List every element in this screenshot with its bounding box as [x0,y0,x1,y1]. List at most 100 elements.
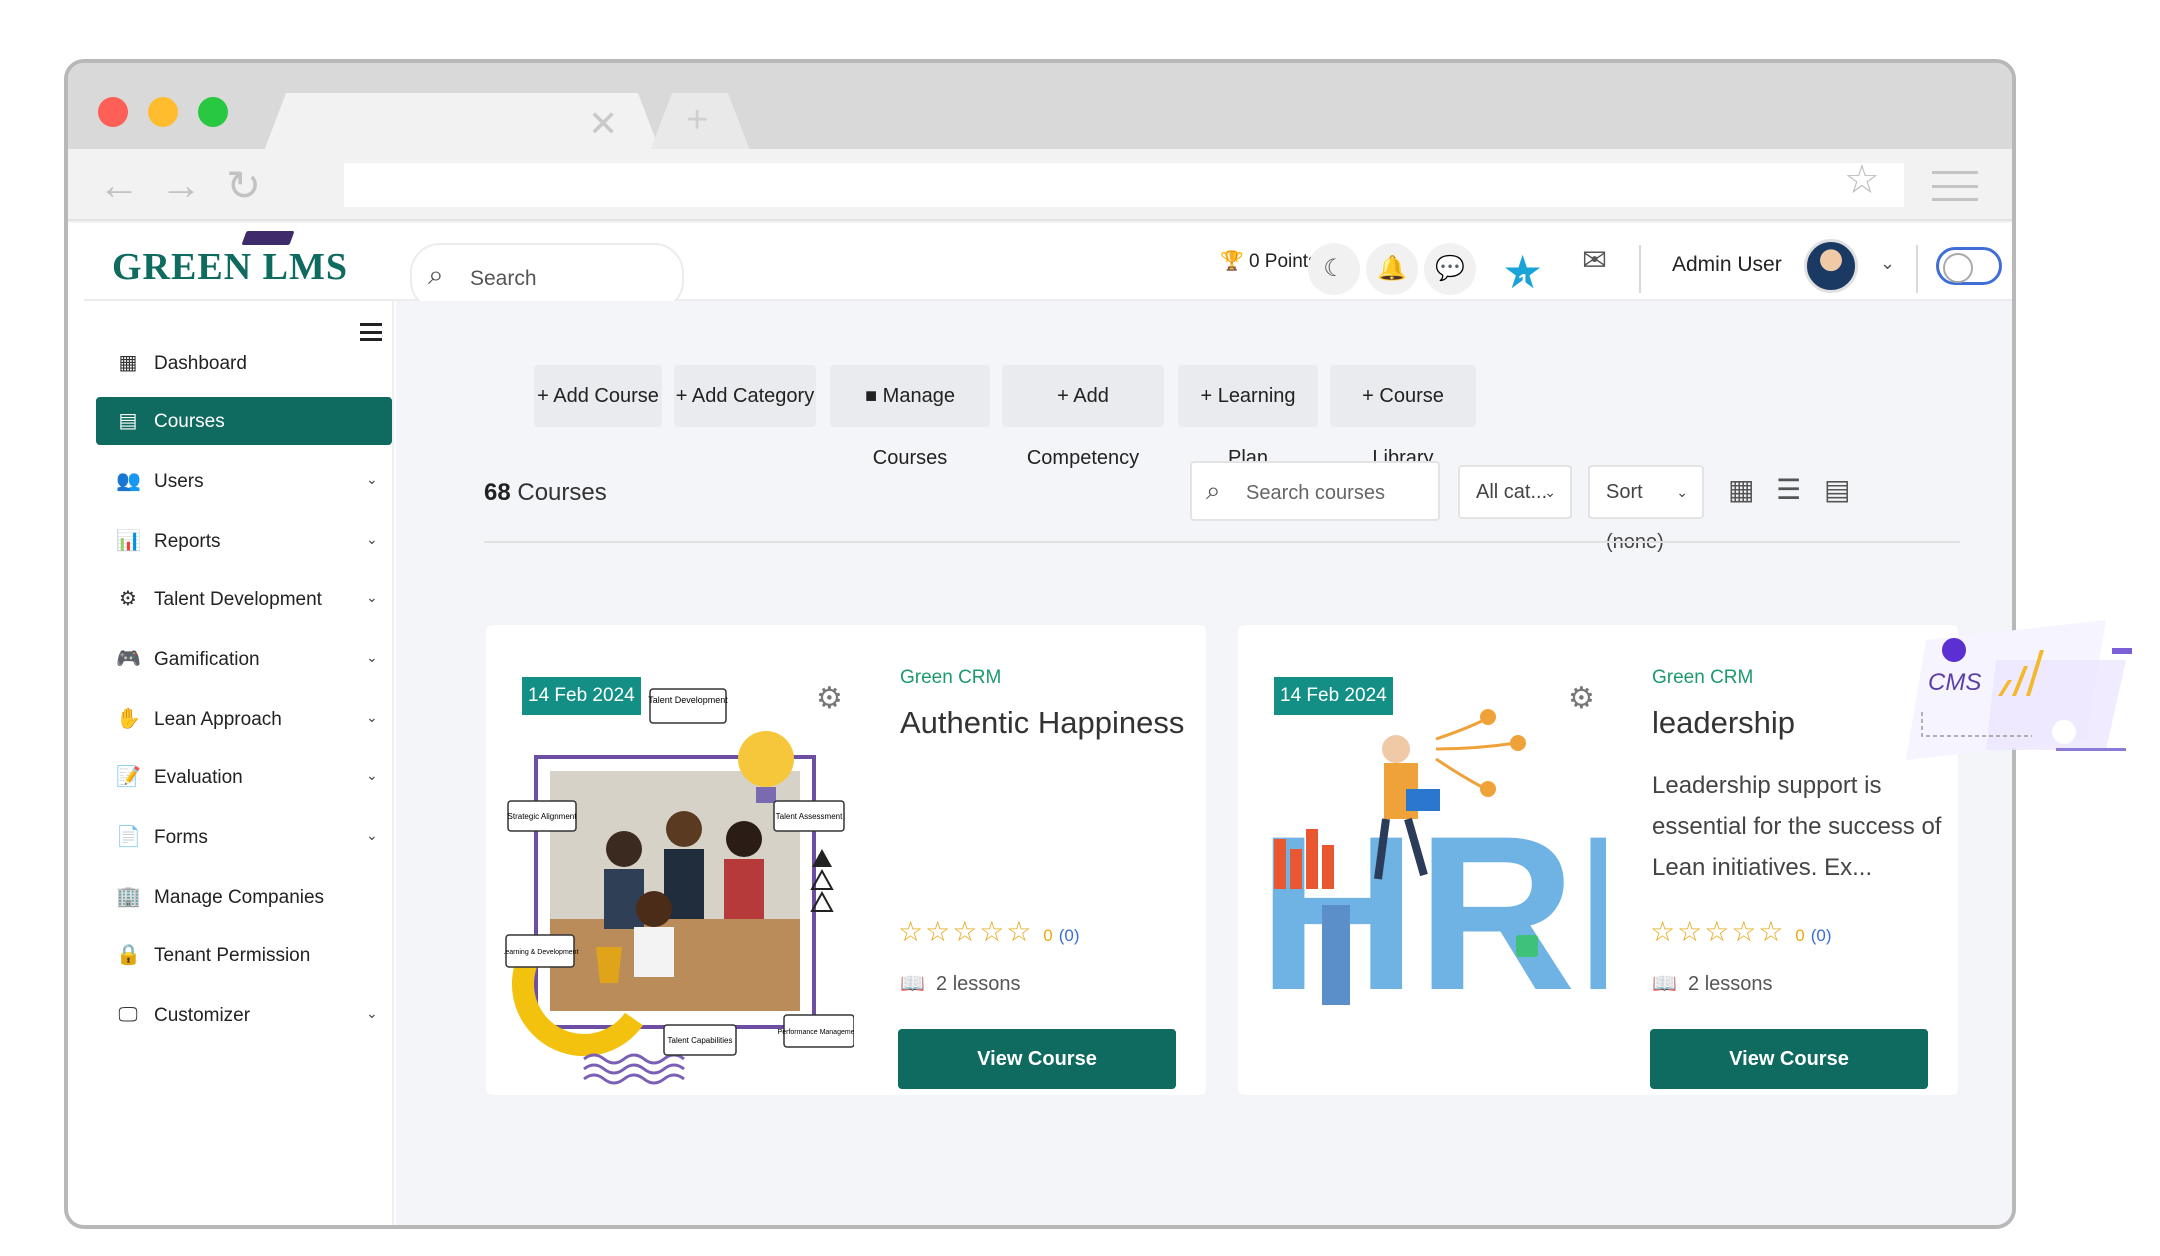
bell-icon[interactable]: 🔔 [1366,243,1418,295]
sidebar-item-lean-approach[interactable]: ✋ Lean Approach ⌄ [96,695,392,743]
tab-close-icon[interactable]: ✕ [588,103,618,145]
course-title[interactable]: Authentic Happiness [900,705,1190,741]
chevron-down-icon: ⌄ [366,767,378,783]
sidebar-item-talent-development[interactable]: ⚙ Talent Development ⌄ [96,575,392,623]
hrm-illustration: HRM [1258,709,1759,1036]
address-bar[interactable] [344,163,1904,207]
browser-titlebar: ✕ + [68,63,2012,151]
image-label: Strategic Alignment [508,812,578,821]
image-text: HRM [1258,790,1606,1036]
close-window-icon[interactable] [98,97,128,127]
reload-icon[interactable]: ↻ [226,161,261,210]
sidebar-item-dashboard[interactable]: ▦ Dashboard [96,339,392,387]
sidebar-item-label: Gamification [154,649,260,670]
chat-icon[interactable]: 💬 [1424,243,1476,295]
course-search-input[interactable]: ⌕ Search courses [1190,461,1440,521]
sidebar-item-evaluation[interactable]: 📝 Evaluation ⌄ [96,753,392,801]
theme-toggle[interactable] [1936,247,2002,285]
sidebar-item-label: Talent Development [154,589,322,610]
chevron-down-icon: ⌄ [366,709,378,725]
rating-stars[interactable]: ☆☆☆☆☆ 0 (0) [1650,915,1832,948]
rating-count: (0) [1058,926,1080,945]
chevron-down-icon: ⌄ [366,531,378,547]
course-count-number: 68 [484,479,511,506]
divider [484,541,1960,543]
sidebar-item-tenant-permission[interactable]: 🔒 Tenant Permission [96,931,392,979]
add-category-button[interactable]: + Add Category [674,365,816,427]
chevron-down-icon[interactable]: ⌄ [1880,253,1895,274]
minimize-window-icon[interactable] [148,97,178,127]
book-open-icon: 📖 [1652,973,1677,995]
category-select[interactable]: All cat... ⌄ [1458,465,1572,519]
image-label: Talent Development [648,695,728,705]
course-count-label: Courses [517,479,607,506]
image-label: Learning & Development [504,949,579,956]
cms-floating-badge: CMS [1906,620,2136,760]
building-icon: 🏢 [116,886,141,908]
lessons-label: 2 lessons [1688,973,1773,995]
grid-view-icon[interactable]: ▦ [1728,473,1754,506]
rating-value: 0 [1043,926,1053,945]
lessons-count: 📖 2 lessons [1652,971,1773,996]
back-arrow-icon[interactable]: ← [98,161,140,209]
course-thumbnail[interactable]: HRM [1256,649,1759,1089]
sidebar-item-manage-companies[interactable]: 🏢 Manage Companies [96,873,392,921]
avatar[interactable] [1804,239,1858,293]
lean-icon: ✋ [116,708,141,730]
view-course-button[interactable]: View Course [1650,1029,1928,1089]
evaluation-icon: 📝 [116,766,141,788]
sidebar-item-label: Lean Approach [154,709,282,730]
sidebar-item-courses[interactable]: ▤ Courses [96,397,392,445]
detail-view-icon[interactable]: ▤ [1824,473,1850,506]
list-view-icon[interactable]: ☰ [1776,473,1801,506]
notification-count: 1 [1518,271,1530,293]
sidebar-item-label: Evaluation [154,767,243,788]
notification-star-badge[interactable]: ★ 1 [1502,249,1543,295]
sidebar-item-users[interactable]: 👥 Users ⌄ [96,457,392,505]
course-count: 68 Courses [484,479,607,507]
header-divider [1639,245,1641,293]
browser-menu-icon[interactable] [1932,171,1978,201]
cms-chart-illustration: CMS [1906,620,2132,760]
sidebar-item-reports[interactable]: 📊 Reports ⌄ [96,517,392,565]
dark-mode-moon-icon[interactable]: ☾ [1308,243,1360,295]
user-name[interactable]: Admin User [1672,253,1782,277]
green-lms-logo[interactable]: GREEN LMS [112,245,348,289]
sidebar-item-label: Users [154,471,204,492]
points-indicator[interactable]: 🏆 0 Points [1220,249,1318,273]
sidebar-item-gamification[interactable]: 🎮 Gamification ⌄ [96,635,392,683]
chevron-down-icon: ⌄ [366,827,378,843]
sidebar-item-label: Dashboard [154,353,247,374]
mail-icon[interactable]: ✉ [1582,243,1607,278]
learning-plan-button[interactable]: + Learning Plan [1178,365,1318,469]
chevron-down-icon: ⌄ [366,589,378,605]
maximize-window-icon[interactable] [198,97,228,127]
graduation-cap-icon [241,231,295,245]
manage-courses-button[interactable]: ■ Manage Courses [830,365,990,469]
sidebar-item-forms[interactable]: 📄 Forms ⌄ [96,813,392,861]
rating-value: 0 [1795,926,1805,945]
course-category[interactable]: Green CRM [900,667,1001,689]
gear-icon[interactable]: ⚙ [1568,681,1595,716]
chevron-down-icon: ⌄ [366,1005,378,1021]
new-tab-button[interactable]: + [650,93,750,151]
chevron-down-icon: ⌄ [366,471,378,487]
sort-select[interactable]: Sort (none) ⌄ [1588,465,1704,553]
course-library-button[interactable]: + Course Library [1330,365,1476,469]
forward-arrow-icon[interactable]: → [160,161,202,209]
sidebar-item-label: Tenant Permission [154,945,311,966]
bookmark-star-icon[interactable]: ☆ [1844,157,1880,203]
gear-icon[interactable]: ⚙ [816,681,843,716]
course-title[interactable]: leadership [1652,705,1942,741]
sidebar-item-customizer[interactable]: 🖵 Customizer ⌄ [96,991,392,1039]
add-course-button[interactable]: + Add Course [534,365,662,427]
search-placeholder: Search [470,267,537,290]
rating-stars[interactable]: ☆☆☆☆☆ 0 (0) [898,915,1080,948]
view-course-button[interactable]: View Course [898,1029,1176,1089]
customizer-icon: 🖵 [118,1004,138,1026]
add-competency-button[interactable]: + Add Competency [1002,365,1164,469]
course-category[interactable]: Green CRM [1652,667,1753,689]
course-thumbnail[interactable]: Talent Development Strategic Alignment T… [501,649,860,1089]
category-select-value: All cat... [1476,481,1548,503]
rating-count: (0) [1810,926,1832,945]
